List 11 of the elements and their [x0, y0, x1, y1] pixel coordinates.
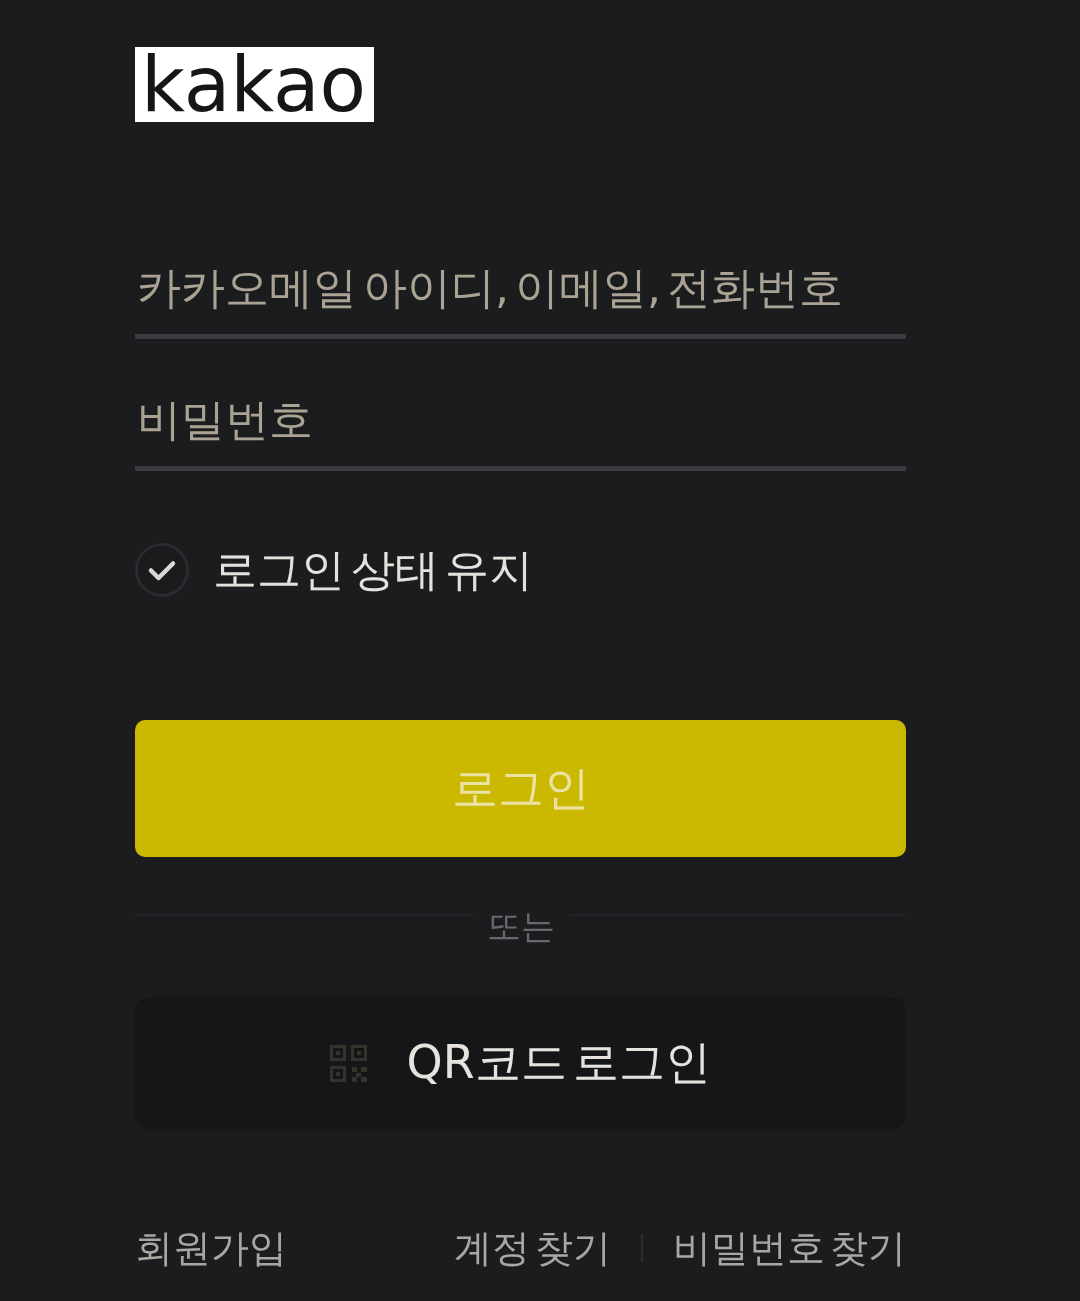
signup-link[interactable]: 회원가입: [135, 1223, 287, 1273]
footer-link[interactable]: 비밀번호 찾기: [672, 1223, 906, 1273]
divider-text: 또는: [486, 905, 555, 948]
footer-link[interactable]: 계정 찾기: [453, 1223, 611, 1273]
qr-code-icon: [329, 1044, 367, 1082]
qr-login-button[interactable]: QR코드 로그인: [135, 997, 906, 1129]
checkbox-label[interactable]: 로그인 상태 유지: [213, 543, 533, 597]
input-field[interactable]: 카카오메일 아이디, 이메일, 전화번호: [135, 240, 906, 339]
checkbox-check-icon[interactable]: [135, 543, 189, 597]
logo: kakao: [135, 47, 374, 122]
input-field[interactable]: 비밀번호: [135, 372, 906, 471]
